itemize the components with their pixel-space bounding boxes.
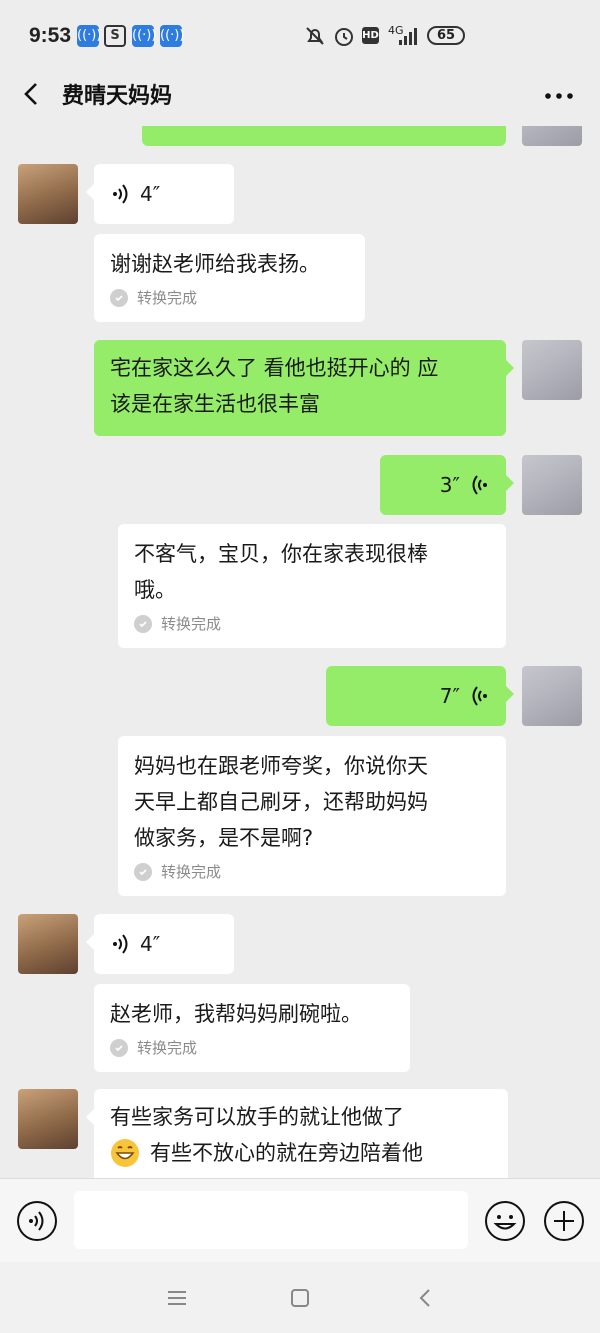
contact-avatar[interactable]	[18, 164, 78, 224]
voice-transcript[interactable]: 不客气，宝贝，你在家表现很棒 哦。 转换完成	[118, 524, 506, 648]
transcript-line: 天早上都自己刷牙，还帮助妈妈	[134, 790, 428, 814]
hd-icon: HD	[362, 27, 379, 44]
message-input[interactable]	[74, 1191, 468, 1249]
add-icon[interactable]	[543, 1200, 585, 1242]
back-icon[interactable]	[414, 1286, 438, 1310]
voice-duration: 4″	[140, 182, 161, 206]
contact-avatar[interactable]	[18, 914, 78, 974]
back-arrow-icon[interactable]	[16, 74, 46, 114]
voice-message[interactable]: 4″	[86, 914, 234, 974]
chat-title: 费晴天妈妈	[62, 84, 173, 109]
text-message[interactable]: 宅在家这么久了 看他也挺开心的 应 该是在家生活也很丰富	[94, 340, 514, 436]
input-bar	[0, 1178, 600, 1262]
signal-app-icon: ((·))	[77, 25, 101, 47]
grin-emoji-icon	[111, 1139, 139, 1167]
check-icon	[110, 1039, 128, 1057]
transcript-line: 妈妈也在跟老师夸奖，你说你天	[134, 754, 428, 778]
transcript-status: 转换完成	[110, 288, 349, 308]
voice-wave-icon	[113, 184, 128, 204]
contact-avatar[interactable]	[18, 1089, 78, 1149]
check-icon	[134, 863, 152, 881]
s-app-icon: S	[104, 25, 126, 47]
transcript-line: 做家务，是不是啊?	[134, 826, 314, 850]
status-time: 9:53	[29, 24, 72, 47]
check-icon	[110, 289, 128, 307]
message-line: 宅在家这么久了 看他也挺开心的 应	[110, 356, 439, 380]
voice-message[interactable]: 3″	[380, 455, 514, 515]
transcript-text: 谢谢赵老师给我表扬。	[110, 252, 320, 276]
cell-signal-icon	[399, 28, 417, 45]
my-avatar[interactable]	[522, 455, 582, 515]
more-options-icon[interactable]	[540, 76, 580, 116]
voice-transcript[interactable]: 赵老师，我帮妈妈刷碗啦。 转换完成	[94, 984, 410, 1072]
chat-header: 费晴天妈妈	[0, 66, 600, 126]
transcript-status: 转换完成	[134, 614, 490, 634]
voice-input-icon[interactable]	[16, 1200, 58, 1242]
my-avatar[interactable]	[522, 666, 582, 726]
message-line: 有些不放心的就在旁边陪着他	[150, 1141, 423, 1165]
transcript-status: 转换完成	[110, 1038, 394, 1058]
transcript-line: 哦。	[134, 578, 176, 602]
voice-wave-icon	[472, 686, 487, 706]
message-line: 该是在家生活也很丰富	[110, 392, 320, 416]
voice-duration: 4″	[140, 932, 161, 956]
voice-message[interactable]: 7″	[326, 666, 514, 726]
my-avatar[interactable]	[522, 340, 582, 400]
voice-message[interactable]: 4″	[86, 164, 234, 224]
voice-wave-icon	[113, 934, 128, 954]
home-icon[interactable]	[288, 1286, 312, 1310]
transcript-text: 赵老师，我帮妈妈刷碗啦。	[110, 1002, 362, 1026]
transcript-status: 转换完成	[134, 862, 490, 882]
chat-area[interactable]: 4″ 谢谢赵老师给我表扬。 转换完成 宅在家这么久了 看他也挺开心的 应 该是在…	[0, 126, 600, 1178]
menu-icon[interactable]	[165, 1286, 189, 1310]
alarm-icon	[335, 28, 353, 46]
emoji-icon[interactable]	[484, 1200, 526, 1242]
status-bar: 9:53 ((·)) S ((·)) ((·)) HD 4G 65	[0, 0, 600, 66]
message-bubble-partial[interactable]	[142, 126, 506, 146]
voice-transcript[interactable]: 妈妈也在跟老师夸奖，你说你天 天早上都自己刷牙，还帮助妈妈 做家务，是不是啊? …	[118, 736, 506, 896]
mute-bell-icon	[306, 27, 324, 45]
my-avatar[interactable]	[522, 126, 582, 146]
voice-duration: 7″	[439, 684, 460, 708]
voice-duration: 3″	[439, 473, 460, 497]
voice-wave-icon	[472, 475, 487, 495]
system-nav-bar	[0, 1262, 600, 1333]
voice-transcript[interactable]: 谢谢赵老师给我表扬。 转换完成	[94, 234, 365, 322]
text-message[interactable]: 有些家务可以放手的就让他做了 有些不放心的就在旁边陪着他	[86, 1089, 508, 1178]
signal-app-icon: ((·))	[132, 25, 156, 47]
message-line: 有些家务可以放手的就让他做了	[110, 1105, 404, 1129]
transcript-line: 不客气，宝贝，你在家表现很棒	[134, 542, 428, 566]
signal-app-icon: ((·))	[160, 25, 184, 47]
check-icon	[134, 615, 152, 633]
battery-indicator: 65	[427, 26, 465, 45]
